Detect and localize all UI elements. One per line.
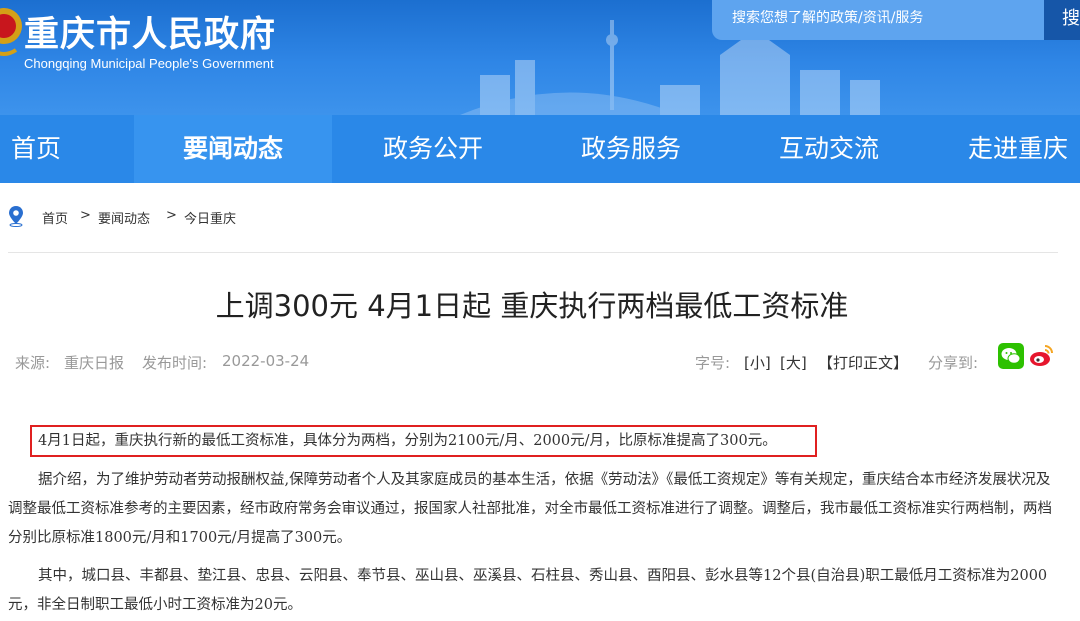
source-value: 重庆日报: [64, 354, 125, 372]
breadcrumb-home[interactable]: 首页: [42, 208, 68, 227]
site-title[interactable]: 重庆市人民政府: [24, 6, 276, 57]
breadcrumb-news[interactable]: 要闻动态: [98, 208, 150, 227]
location-icon: [9, 206, 23, 227]
nav-item-gov-affairs[interactable]: 政务公开: [344, 115, 522, 183]
share-label: 分享到:: [928, 354, 979, 372]
breadcrumb-separator: >: [166, 208, 177, 223]
print-button[interactable]: 【打印正文】: [818, 352, 908, 373]
date-label: 发布时间:: [142, 354, 208, 372]
article-paragraph-3-text: 其中，城口县、丰都县、垫江县、忠县、云阳县、奉节县、巫山县、巫溪县、石柱县、秀山…: [8, 568, 1048, 613]
nav-item-gov-services[interactable]: 政务服务: [542, 115, 720, 183]
nav-item-about-chongqing[interactable]: 走进重庆: [968, 115, 1080, 183]
nav-item-news[interactable]: 要闻动态: [134, 115, 332, 183]
breadcrumb-separator: >: [80, 208, 91, 223]
weibo-icon[interactable]: [1028, 343, 1054, 369]
site-subtitle: Chongqing Municipal People's Government: [24, 56, 274, 71]
national-emblem-logo: [0, 8, 22, 56]
font-small-button[interactable]: [小]: [744, 352, 771, 373]
font-size-label: 字号:: [695, 354, 731, 372]
article-paragraph-3: 其中，城口县、丰都县、垫江县、忠县、云阳县、奉节县、巫山县、巫溪县、石柱县、秀山…: [8, 562, 1058, 620]
article-paragraph-2-text: 据介绍，为了维护劳动者劳动报酬权益,保障劳动者个人及其家庭成员的基本生活，依据《…: [8, 472, 1052, 546]
breadcrumb-today-chongqing[interactable]: 今日重庆: [184, 208, 236, 227]
divider: [8, 252, 1058, 253]
nav-item-home[interactable]: 首页: [0, 115, 72, 183]
site-header: 重庆市人民政府 Chongqing Municipal People's Gov…: [0, 0, 1080, 115]
font-large-button[interactable]: [大]: [780, 352, 807, 373]
search-input[interactable]: [732, 10, 1032, 26]
search-button[interactable]: 搜索: [1044, 0, 1080, 40]
search-box: [712, 0, 1044, 40]
article-paragraph-2: 据介绍，为了维护劳动者劳动报酬权益,保障劳动者个人及其家庭成员的基本生活，依据《…: [8, 466, 1058, 553]
main-nav: 首页 要闻动态 政务公开 政务服务 互动交流 走进重庆: [0, 115, 1080, 183]
article-title: 上调300元 4月1日起 重庆执行两档最低工资标准: [215, 289, 849, 323]
source-label: 来源:: [15, 354, 51, 372]
article-paragraph-1: 4月1日起，重庆执行新的最低工资标准，具体分为两档，分别为2100元/月、200…: [38, 433, 777, 449]
publish-date: 2022-03-24: [222, 352, 310, 370]
wechat-icon[interactable]: [998, 343, 1024, 369]
nav-item-interaction[interactable]: 互动交流: [740, 115, 918, 183]
